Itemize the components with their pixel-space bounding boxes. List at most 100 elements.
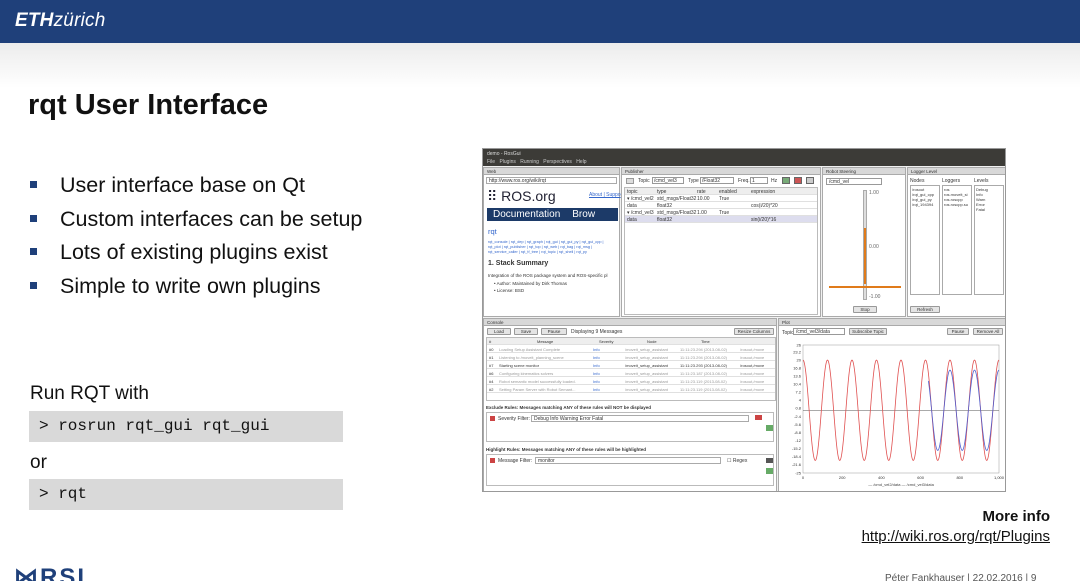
plot-topic-input[interactable]: /cmd_vel3/data [793,328,845,335]
message-filter-input[interactable]: monitor [535,457,721,464]
menu-bar[interactable]: File Plugins Running Perspectives Help [483,158,1005,166]
y-tick-label: 7.2 [795,390,801,395]
menu-perspectives[interactable]: Perspectives [543,159,572,165]
remove-rule-icon[interactable] [766,458,773,463]
plot-pause-button[interactable]: Pause [947,328,969,335]
highlight-rules-box: Message Filter: monitor ☐ Regex [486,454,774,486]
exclude-rules-box: Severity Filter: Debug Info Warning Erro… [486,412,774,442]
ros-nav-bar: Documentation Brow [487,208,618,221]
steering-topic-field[interactable]: /cmd_vel [826,178,882,185]
highlight-rules-label: Highlight Rules: Messages matching ANY o… [486,447,647,452]
y-tick-label: -8.8 [794,430,802,435]
plot-legend: — /cmd_vel2/data — /cmd_vel3/data [868,482,934,487]
stop-button[interactable]: Stop [853,306,877,313]
bullet-square-icon [30,248,37,255]
table-row[interactable]: #6 Configuring kinematics solvers Info/mov… [487,370,775,377]
x-tick-label: 600 [917,475,924,480]
table-row[interactable]: ▾ /cmd_vel2 std_msgs/Float32 10.00 True [625,195,817,202]
more-info-label: More info [982,508,1051,525]
plot-header: Plot [779,319,1005,326]
remove-publisher-icon[interactable] [794,177,802,184]
table-row[interactable]: #7 Starting scene monitor Info/moveit_setu… [487,362,775,369]
rqt-links-2[interactable]: rqt_plot | rqt_publisher | rqt_top | rqt… [488,245,592,249]
table-row[interactable]: #0 Loading Setup Assistant Complete Info/m… [487,346,775,353]
freq-label: Freq. [738,178,750,184]
header-gradient [0,43,1080,88]
y-tick-label: -2.4 [794,414,802,419]
add-rule-icon[interactable] [766,468,773,474]
rqt-heading: rqt [488,227,497,236]
table-row[interactable]: ▾ /cmd_vel3 std_msgs/Float32 1.00 True [625,209,817,216]
loggers-label: Loggers [942,178,961,184]
license-text: • License: BSD [494,288,525,293]
resize-columns-button[interactable]: Resize Columns [734,328,774,335]
menu-file[interactable]: File [487,159,495,165]
rqt-links-3[interactable]: rqt_service_caller | rqt_tf_tree | rqt_t… [488,250,587,254]
tick-label: -1.00 [869,294,881,300]
about-link[interactable]: About | Suppo [589,192,621,198]
menu-help[interactable]: Help [576,159,586,165]
nav-browse[interactable]: Brow [572,209,595,220]
refresh-icon[interactable] [626,178,634,184]
angular-slider[interactable] [829,286,901,288]
add-rule-icon[interactable] [766,425,773,431]
regex-checkbox[interactable]: ☐ Regex [727,458,747,464]
publisher-table-header: topic type rate enabled expression [625,188,817,195]
freq-spin[interactable]: 1 [750,177,768,184]
publisher-header: Publisher [622,168,820,175]
levels-list[interactable]: Debug Info Warn Error Fatal [974,185,1004,295]
console-header: Console [484,319,776,326]
robot-steering-panel: Robot Steering /cmd_vel 1.00 0.00 -1.00 … [822,167,906,317]
table-row[interactable]: #2 Setting Param Server with Robot Semant… [487,386,775,393]
tick-label: 1.00 [869,190,879,196]
web-panel-header: Web [484,168,619,175]
nodes-label: Nodes [910,178,925,184]
logger-header: Logger Level [908,168,1005,175]
x-tick-label: 400 [878,475,885,480]
header-bar: ETHzürich [0,0,1080,43]
pause-button[interactable]: Pause [541,328,567,335]
nav-documentation[interactable]: Documentation [493,209,560,220]
y-tick-label: -25 [795,471,802,476]
remove-rule-icon[interactable] [755,415,762,420]
rqt-links-1[interactable]: rqt_console | rqt_dep | rqt_graph | rqt_… [488,240,603,244]
table-row[interactable]: data float32 sin(i/20)*16 [625,216,817,223]
checkbox-icon[interactable] [490,458,495,463]
run-label: Run RQT with [30,383,149,404]
save-button[interactable]: Save [514,328,538,335]
y-tick-label: 23.2 [793,350,802,355]
console-panel: Console Load Save Pause Displaying 9 Mes… [483,318,777,491]
plot-chart[interactable]: 26 23.2 20 16.8 13.6 10.4 7.2 4 0.8 -2.4 -5.6 -8.8 -… [779,337,1005,491]
publisher-table: topic type rate enabled expression ▾ /cmd_ve… [624,187,818,315]
nodes-list[interactable]: /rosout/rqt_gui_cpp/rqt_gui_py/rqt_19439… [910,185,940,295]
exclude-rules-label: Exclude Rules: Messages matching ANY of … [486,405,652,410]
y-tick-label: 4 [799,398,802,403]
summary-text: Integration of the ROS package system an… [488,273,608,278]
severity-filter-list[interactable]: Debug Info Warning Error Fatal [531,415,749,422]
loggers-list[interactable]: ros ros.moveit_si ros.roscpp ros.roscpp.su [942,185,972,295]
logger-level-panel: Logger Level Nodes Loggers Levels /rosou… [907,167,1005,317]
load-button[interactable]: Load [487,328,511,335]
y-tick-label: 0.8 [795,406,801,411]
severity-filter-label: Severity Filter: [498,416,530,422]
menu-plugins[interactable]: Plugins [499,159,515,165]
remove-all-button[interactable]: Remove All [973,328,1003,335]
menu-running[interactable]: Running [520,159,539,165]
plugins-link[interactable]: http://wiki.ros.org/rqt/Plugins [862,528,1050,545]
topic-combo[interactable]: /cmd_vel3 [652,177,684,184]
web-url-field[interactable]: http://www.ros.org/wiki/rqt [486,177,617,184]
clear-icon[interactable] [806,177,814,184]
x-tick-label: 800 [956,475,963,480]
add-publisher-icon[interactable] [782,177,790,184]
type-combo[interactable]: /Float32 [700,177,734,184]
table-row[interactable]: data float32 cos(i/20)*20 [625,202,817,209]
y-tick-label: -21.6 [792,462,802,467]
bullet-item: Simple to write own plugins [30,273,362,307]
table-row[interactable]: #4 Robot semantic model successfully load… [487,378,775,385]
y-tick-label: 16.8 [793,366,802,371]
refresh-button[interactable]: Refresh [910,306,940,313]
table-row[interactable]: #1 Listening to /moveit_planning_scene Inf… [487,354,775,361]
subscribe-topic-button[interactable]: Subscribe Topic [849,328,887,335]
checkbox-icon[interactable] [490,416,495,421]
y-tick-label: 10.4 [793,382,802,387]
